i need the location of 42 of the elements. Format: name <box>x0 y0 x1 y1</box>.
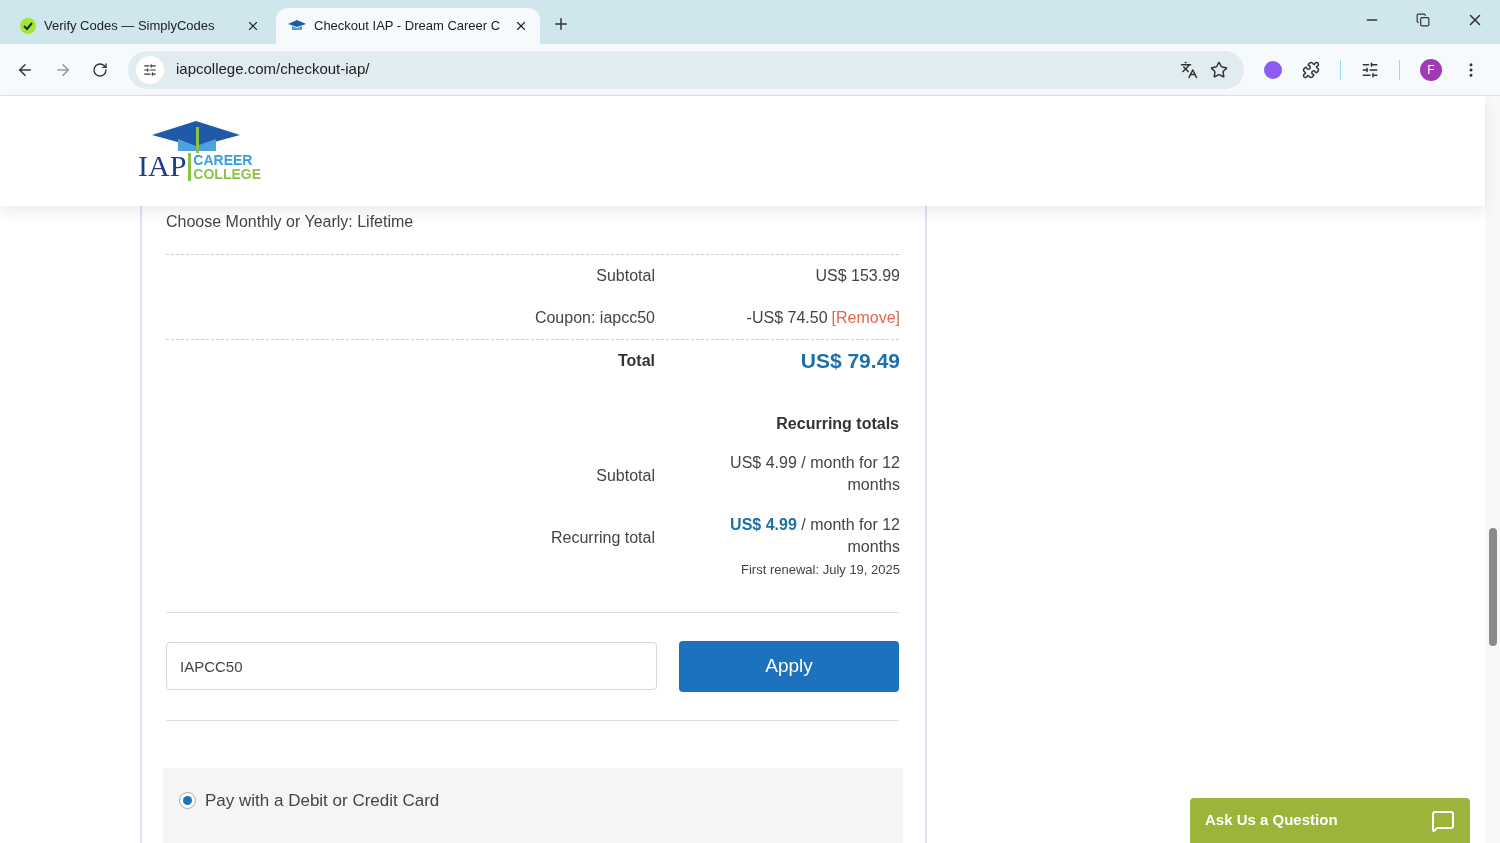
total-value: US$ 79.49 <box>799 348 900 375</box>
extensions-icon[interactable] <box>1302 60 1320 79</box>
recurring-heading: Recurring totals <box>776 414 899 434</box>
renewal-note: First renewal: July 19, 2025 <box>741 561 900 579</box>
total-label: Total <box>616 351 655 371</box>
address-bar[interactable]: iapcollege.com/checkout-iap/ <box>128 50 1244 89</box>
restore-icon[interactable] <box>1416 13 1430 27</box>
scrollbar-thumb[interactable] <box>1488 528 1497 646</box>
logo-text: IAP <box>138 151 187 181</box>
coupon-input[interactable]: IAPCC50 <box>166 642 657 690</box>
bookmark-star-icon[interactable] <box>1210 60 1228 79</box>
close-icon[interactable] <box>514 19 528 33</box>
browser-tab[interactable]: Verify Codes — SimplyCodes <box>8 8 272 44</box>
close-icon[interactable] <box>246 19 260 33</box>
scrollbar[interactable] <box>1485 96 1500 843</box>
plan-text: Choose Monthly or Yearly: Lifetime <box>166 212 415 232</box>
translate-icon[interactable] <box>1180 60 1198 79</box>
url-text: iapcollege.com/checkout-iap/ <box>176 59 371 80</box>
extension-icon[interactable] <box>1264 60 1282 79</box>
new-tab-icon[interactable] <box>552 15 570 33</box>
graduation-cap-icon <box>288 20 306 32</box>
summary-value: US$ 153.99 <box>815 266 900 286</box>
payment-option-label: Pay with a Debit or Credit Card <box>205 789 440 812</box>
logo-text: COLLEGE <box>193 167 261 181</box>
summary-label: Subtotal <box>595 266 655 286</box>
check-badge-icon <box>20 18 36 34</box>
speech-bubble-icon <box>1431 808 1455 833</box>
apply-button[interactable]: Apply <box>679 640 899 692</box>
recurring-value: US$ 4.99 / month for 12 months <box>730 454 900 493</box>
recurring-label: Recurring total <box>549 528 655 548</box>
logo-text: CAREER <box>193 153 254 167</box>
recurring-value: US$ 4.99 / month for 12 months <box>730 516 900 555</box>
site-info-icon[interactable] <box>136 55 164 84</box>
recurring-label: Subtotal <box>595 466 655 486</box>
tab-title: Checkout IAP - Dream Career C <box>314 17 502 36</box>
summary-value: -US$ 74.50 <box>746 308 828 328</box>
summary-label: Coupon: iapcc50 <box>533 308 655 328</box>
browser-tab[interactable]: Checkout IAP - Dream Career C <box>276 8 540 44</box>
radio-button[interactable] <box>179 791 196 809</box>
tab-title: Verify Codes — SimplyCodes <box>44 17 216 36</box>
profile-avatar[interactable]: F <box>1420 58 1442 81</box>
reload-icon[interactable] <box>92 61 108 78</box>
